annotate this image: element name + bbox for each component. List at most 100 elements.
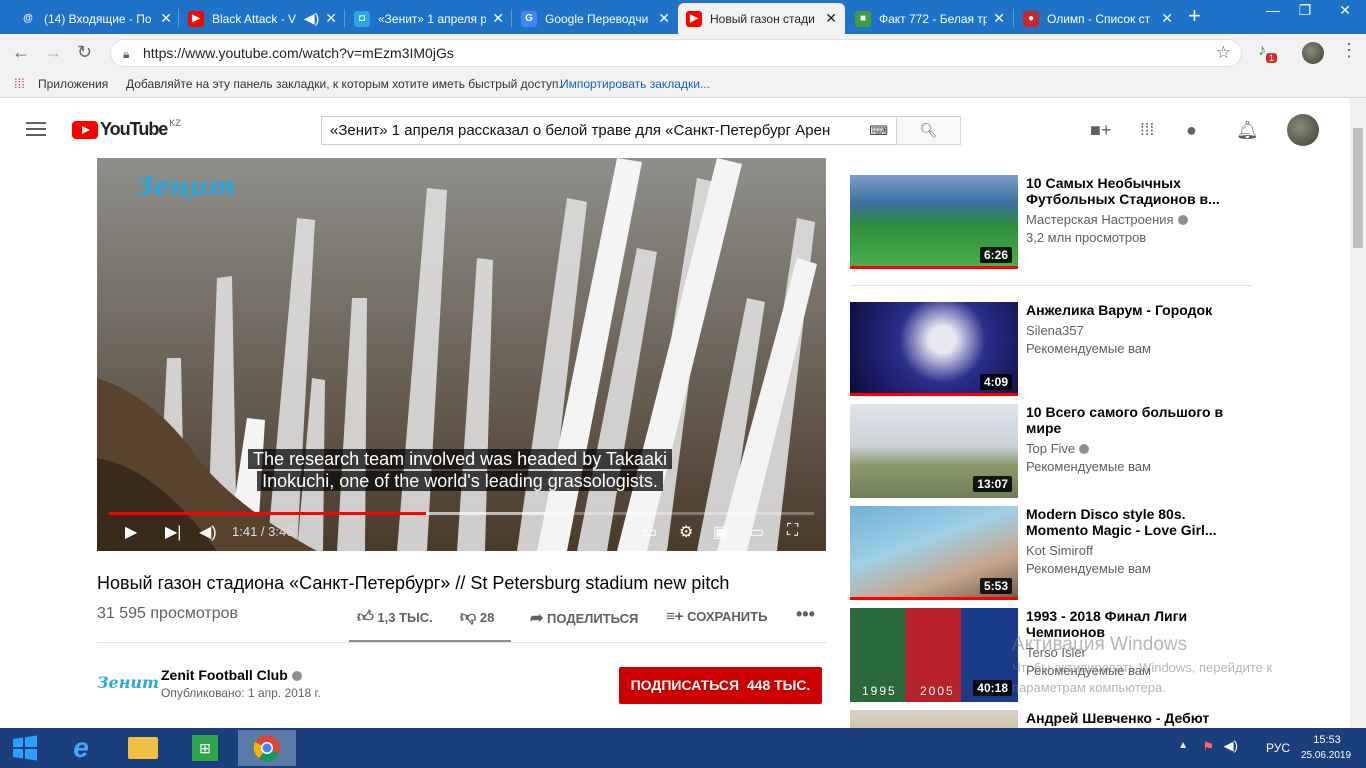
windows-logo-icon bbox=[13, 735, 37, 761]
close-icon[interactable]: ✕ bbox=[658, 10, 670, 27]
reload-button[interactable]: ↻ bbox=[77, 42, 92, 63]
recommendation-channel[interactable]: Top Five bbox=[1026, 441, 1090, 456]
forward-button[interactable]: → bbox=[44, 42, 62, 63]
miniplayer-icon[interactable]: ▣ bbox=[713, 522, 728, 542]
time-display: 1:41 / 3:46 bbox=[232, 524, 294, 539]
channel-logo[interactable]: Зенит bbox=[97, 663, 159, 703]
close-icon[interactable]: ✕ bbox=[492, 10, 504, 27]
volume-icon[interactable]: ◀) bbox=[199, 522, 217, 542]
store-button[interactable]: ⊞ bbox=[180, 730, 230, 766]
scrollbar-thumb[interactable] bbox=[1353, 128, 1363, 248]
menu-dots-icon[interactable]: ⋮ bbox=[1340, 40, 1358, 61]
recommendation-item[interactable]: 5:53 Modern Disco style 80s. Momento Mag… bbox=[850, 506, 1250, 600]
settings-gear-icon[interactable]: ⚙ bbox=[679, 522, 693, 542]
recommendation-item[interactable]: 13:07 10 Всего самого большого в мире To… bbox=[850, 404, 1250, 498]
dislike-button[interactable]: 👎︎ 28 bbox=[460, 608, 494, 627]
apps-link[interactable]: Приложения bbox=[38, 72, 108, 96]
tab-active-video[interactable]: ▶ Новый газон стади ✕ bbox=[678, 3, 845, 34]
tab-fact[interactable]: ■ Факт 772 - Белая тр ✕ bbox=[847, 3, 1013, 34]
language-indicator[interactable]: РУС bbox=[1266, 741, 1290, 755]
recommendation-item[interactable]: 4:09 Анжелика Варум - Городок Silena357 … bbox=[850, 302, 1250, 398]
apps-grid-icon[interactable]: ⁞⁞⁞ bbox=[14, 72, 25, 96]
subtitles: The research team involved was headed by… bbox=[245, 448, 675, 492]
recommendation-item[interactable]: Андрей Шевченко - Дебют за bbox=[850, 710, 1250, 728]
close-icon[interactable]: ✕ bbox=[160, 10, 172, 27]
show-hidden-icons[interactable]: ▲ bbox=[1178, 740, 1188, 751]
minimize-button[interactable]: — bbox=[1258, 2, 1288, 18]
page-scrollbar[interactable] bbox=[1350, 98, 1366, 728]
keyboard-icon[interactable]: ⌨ bbox=[869, 117, 888, 144]
youtube-logo[interactable]: YouTube KZ bbox=[72, 118, 181, 140]
recommendation-title[interactable]: Андрей Шевченко - Дебют за bbox=[1026, 710, 1226, 728]
create-video-icon[interactable]: ■+ bbox=[1090, 120, 1111, 141]
close-icon[interactable]: ✕ bbox=[1161, 10, 1173, 27]
recommendation-channel[interactable]: Мастерская Настроения bbox=[1026, 212, 1188, 227]
more-actions-icon[interactable]: ••• bbox=[796, 604, 815, 625]
internet-explorer-button[interactable]: e bbox=[56, 730, 106, 766]
channel-name[interactable]: Zenit Football Club bbox=[161, 667, 302, 683]
notifications-bell-icon[interactable]: 🔔︎ bbox=[1236, 120, 1259, 141]
messages-icon[interactable]: ● bbox=[1186, 120, 1197, 141]
volume-tray-icon[interactable]: ◀) bbox=[1224, 738, 1238, 754]
clock-time[interactable]: 15:53 bbox=[1304, 734, 1350, 746]
video-thumbnail[interactable]: 13:07 bbox=[850, 404, 1018, 498]
share-button[interactable]: ➦ ПОДЕЛИТЬСЯ bbox=[530, 608, 638, 628]
like-button[interactable]: 👍︎ 1,3 ТЫС. bbox=[357, 608, 433, 627]
publish-date: Опубликовано: 1 апр. 2018 г. bbox=[161, 686, 321, 700]
extension-badge: 1 bbox=[1266, 53, 1278, 63]
recommendation-title[interactable]: 10 Всего самого большого в мире bbox=[1026, 404, 1226, 436]
profile-avatar[interactable] bbox=[1302, 42, 1324, 64]
restore-button[interactable]: ❐ bbox=[1290, 2, 1320, 19]
recommendation-channel[interactable]: Kot Simiroff bbox=[1026, 543, 1093, 558]
recommendation-item[interactable]: 6:26 10 Самых Необычных Футбольных Стади… bbox=[850, 175, 1250, 271]
chrome-button[interactable] bbox=[238, 730, 296, 766]
search-button[interactable]: 🔍︎ bbox=[896, 116, 961, 145]
tab-inbox[interactable]: @ (14) Входящие - По ✕ bbox=[12, 3, 180, 34]
close-icon[interactable]: ✕ bbox=[325, 10, 337, 27]
start-button[interactable] bbox=[0, 730, 50, 766]
tab-olimp[interactable]: ● Олимп - Список ст ✕ bbox=[1015, 3, 1181, 34]
fullscreen-icon[interactable]: ⛶ bbox=[787, 522, 798, 540]
recommendation-title[interactable]: 10 Самых Необычных Футбольных Стадионов … bbox=[1026, 175, 1226, 207]
recommendation-channel[interactable]: Silena357 bbox=[1026, 323, 1084, 338]
hamburger-menu-icon[interactable] bbox=[26, 122, 46, 140]
save-button[interactable]: ≡+ СОХРАНИТЬ bbox=[666, 608, 767, 625]
tab-zenit[interactable]: ◘ «Зенит» 1 апреля р ✕ bbox=[346, 3, 512, 34]
bookmark-star-icon[interactable]: ☆ bbox=[1216, 40, 1231, 66]
progress-bar[interactable] bbox=[109, 512, 814, 515]
tab-google-translate[interactable]: G Google Переводчи ✕ bbox=[513, 3, 678, 34]
theater-mode-icon[interactable]: ▭ bbox=[749, 522, 764, 542]
play-icon[interactable]: ▶ bbox=[125, 522, 137, 542]
close-icon[interactable]: ✕ bbox=[993, 10, 1005, 27]
playlist-add-icon: ≡+ bbox=[666, 608, 684, 625]
close-icon[interactable]: ✕ bbox=[825, 10, 837, 27]
address-bar[interactable]: 🔒︎ https://www.youtube.com/watch?v=mEzm3… bbox=[110, 39, 1242, 67]
new-tab-button[interactable]: + bbox=[1188, 5, 1201, 27]
video-thumbnail[interactable]: 5:53 bbox=[850, 506, 1018, 600]
search-input[interactable]: «Зенит» 1 апреля рассказал о белой траве… bbox=[321, 116, 897, 145]
video-player[interactable]: Зенит TV The research team involved was … bbox=[97, 158, 826, 551]
recommendation-title[interactable]: Анжелика Варум - Городок bbox=[1026, 302, 1226, 318]
back-button[interactable]: ← bbox=[12, 42, 30, 63]
clock-date[interactable]: 25.06.2019 bbox=[1298, 750, 1354, 761]
file-explorer-button[interactable] bbox=[118, 730, 168, 766]
subtitles-icon[interactable]: ▭ bbox=[642, 522, 657, 542]
subscribe-button[interactable]: ПОДПИСАТЬСЯ 448 ТЫС. bbox=[619, 667, 822, 704]
video-thumbnail[interactable]: 1995 2005 40:18 bbox=[850, 608, 1018, 702]
video-thumbnail[interactable] bbox=[850, 710, 1018, 728]
video-thumbnail[interactable]: 4:09 bbox=[850, 302, 1018, 396]
network-icon[interactable]: ⚑ bbox=[1202, 739, 1214, 755]
verified-icon bbox=[291, 671, 302, 681]
search-value: «Зенит» 1 апреля рассказал о белой траве… bbox=[330, 122, 831, 139]
next-icon[interactable]: ▶| bbox=[165, 522, 181, 542]
import-bookmarks-link[interactable]: Импортировать закладки... bbox=[560, 72, 710, 96]
extension-button[interactable]: ♪ 1 bbox=[1256, 42, 1278, 64]
recommendation-title[interactable]: Modern Disco style 80s. Momento Magic - … bbox=[1026, 506, 1226, 538]
account-avatar[interactable] bbox=[1287, 114, 1319, 146]
window-close-button[interactable]: ✕ bbox=[1330, 2, 1360, 19]
apps-icon[interactable]: ⁞⁞⁞ bbox=[1140, 120, 1154, 140]
speaker-icon[interactable]: ◀) bbox=[304, 10, 319, 27]
thumbnail-year: 1995 bbox=[862, 684, 897, 698]
video-thumbnail[interactable]: 6:26 bbox=[850, 175, 1018, 269]
tab-black-attack[interactable]: ▶ Black Attack - V ◀) ✕ bbox=[180, 3, 345, 34]
